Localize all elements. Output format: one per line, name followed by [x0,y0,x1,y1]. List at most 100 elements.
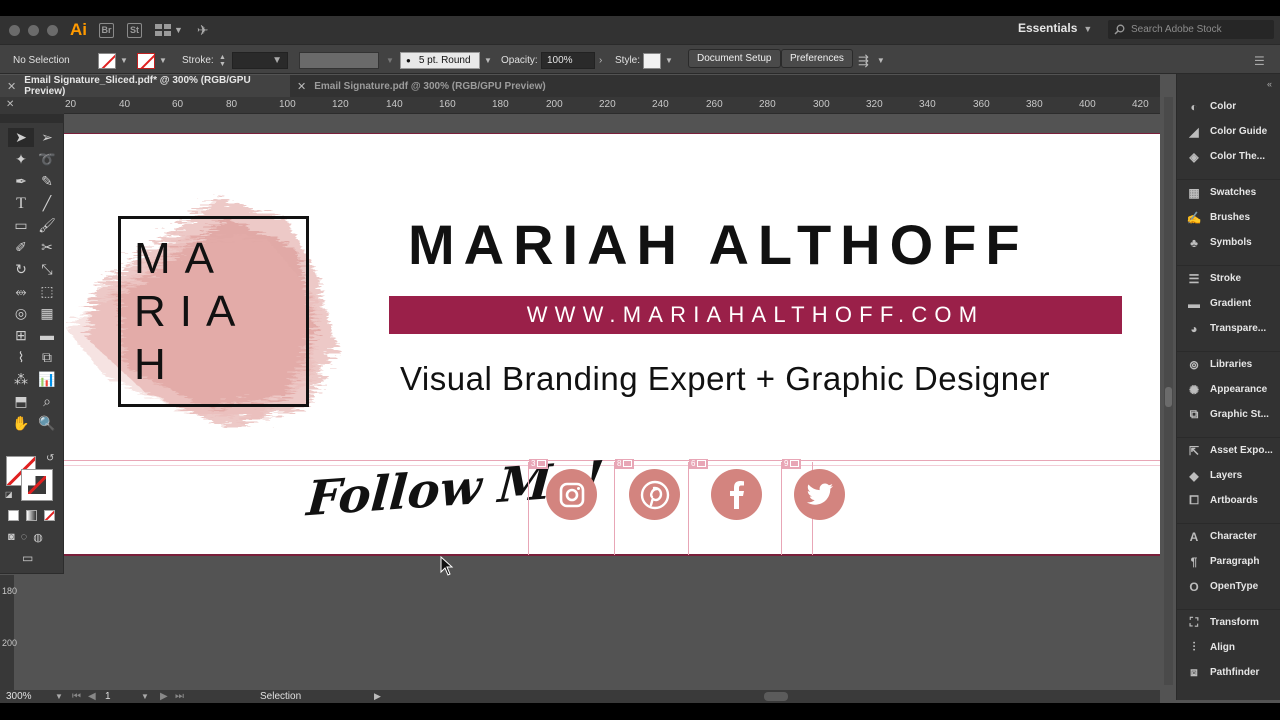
panel-libraries[interactable]: ⊚ Libraries [1177,352,1280,377]
vertical-ruler[interactable]: 180 200 [0,575,17,690]
horizontal-scrollbar[interactable] [392,690,1160,703]
panel-paragraph[interactable]: ¶ Paragraph [1177,549,1280,574]
direct-selection-tool-icon[interactable]: ➢ [34,128,60,147]
panel-menu-icon[interactable]: ☰ [1254,52,1265,69]
rotate-tool-icon[interactable]: ↻ [8,260,34,279]
column-graph-tool-icon[interactable]: 📊 [34,370,60,389]
twitter-icon[interactable] [794,469,845,520]
opacity-field[interactable]: 100% › [541,52,602,69]
panel-symbols[interactable]: ♣ Symbols [1177,230,1280,255]
close-window-button[interactable] [9,24,20,36]
gpu-performance-icon[interactable]: ✈ [197,22,209,39]
ruler-origin[interactable]: ✕ [0,97,64,114]
fill-control[interactable]: ▼ [98,52,128,69]
status-menu-arrow[interactable]: ▶ [374,690,381,703]
selection-tool-icon[interactable]: ➤ [8,128,34,147]
pen-tool-icon[interactable]: ✒ [8,172,34,191]
panel-swatches[interactable]: ▦ Swatches [1177,180,1280,205]
canvas[interactable]: MA RIA H MARIAH ALTHOFF WWW.MARIAHALTHOF… [64,114,1160,690]
graphic-style-picker[interactable]: ▼ [643,52,673,69]
chevron-down-icon[interactable]: ▼ [159,56,167,65]
draw-behind-icon[interactable]: ◌ [21,531,28,544]
collapse-panels-icon[interactable]: « [1267,79,1272,89]
brush-definition-dropdown[interactable]: ● 5 pt. Round ▼ [400,52,492,69]
chevron-down-icon[interactable]: ▼ [55,690,63,703]
fill-swatch[interactable] [98,52,116,69]
perspective-grid-tool-icon[interactable]: ▦ [34,304,60,323]
zoom-level[interactable]: 300% [6,690,32,703]
stroke-weight-stepper[interactable]: ▲ ▼ ▼ [219,52,288,69]
minimize-window-button[interactable] [28,24,39,36]
lasso-tool-icon[interactable]: ➰ [34,150,60,169]
chevron-right-icon[interactable]: › [599,55,602,66]
stroke-color-box[interactable] [21,469,53,501]
chevron-down-icon[interactable]: ▼ [174,25,183,35]
slice-tool-icon[interactable]: ⌕ [34,392,60,411]
variable-width-profile[interactable]: ▼ [299,52,394,69]
panel-pathfinder[interactable]: ⧈ Pathfinder [1177,660,1280,685]
stock-search-input[interactable]: Search Adobe Stock [1108,20,1274,39]
gradient-tool-icon[interactable]: ▬ [34,326,60,345]
stroke-swatch[interactable] [137,52,155,69]
stroke-weight-dropdown[interactable]: ▼ [232,52,288,69]
fill-stroke-widget[interactable]: ↺ ◪ [5,453,56,504]
panel-color-themes[interactable]: ◈ Color The... [1177,144,1280,169]
color-mode-icon[interactable] [8,510,19,521]
panel-appearance[interactable]: ✺ Appearance [1177,377,1280,402]
align-options-icon[interactable]: ⇶ ▼ [858,52,885,69]
chevron-down-icon[interactable]: ▼ [877,56,885,65]
bridge-icon[interactable]: Br [99,22,114,38]
scrollbar-thumb[interactable] [764,692,788,701]
tab-email-signature-sliced[interactable]: ✕ Email Signature_Sliced.pdf* @ 300% (RGB… [0,75,290,97]
panel-align[interactable]: ⫶ Align [1177,635,1280,660]
next-artboard-icon[interactable]: ▶ [160,690,168,703]
panel-stroke[interactable]: ☰ Stroke [1177,266,1280,291]
draw-inside-icon[interactable]: ◍ [33,531,43,544]
none-mode-icon[interactable] [44,510,55,521]
stroke-control[interactable]: ▼ [137,52,167,69]
default-fill-stroke-icon[interactable]: ◪ [5,490,13,499]
panel-brushes[interactable]: ✍ Brushes [1177,205,1280,230]
close-icon[interactable]: ✕ [6,99,14,110]
blend-tool-icon[interactable]: ⧉ [34,348,60,367]
chevron-down-icon[interactable]: ▼ [120,56,128,65]
mesh-tool-icon[interactable]: ⊞ [8,326,34,345]
panel-opentype[interactable]: O OpenType [1177,574,1280,599]
shape-builder-tool-icon[interactable]: ◎ [8,304,34,323]
symbol-sprayer-tool-icon[interactable]: ⁂ [8,370,34,389]
shaper-tool-icon[interactable]: ✐ [8,238,34,257]
panel-color-guide[interactable]: ◢ Color Guide [1177,119,1280,144]
scale-tool-icon[interactable]: ⤡ [34,260,60,279]
panel-artboards[interactable]: ⧠ Artboards [1177,488,1280,513]
horizontal-ruler[interactable]: 20 40 60 80 100 120 140 160 180 200 220 … [64,97,1160,114]
artboard[interactable]: MA RIA H MARIAH ALTHOFF WWW.MARIAHALTHOF… [64,133,1160,556]
artboard-tool-icon[interactable]: ⬒ [8,392,34,411]
first-artboard-icon[interactable]: ⏮ [72,690,81,703]
rectangle-tool-icon[interactable]: ▭ [8,216,34,235]
vertical-scrollbar[interactable] [1164,97,1173,685]
tab-email-signature[interactable]: ✕ Email Signature.pdf @ 300% (RGB/GPU Pre… [290,75,550,97]
panel-transform[interactable]: ⛶ Transform [1177,610,1280,635]
curvature-tool-icon[interactable]: ✎ [34,172,60,191]
arrange-documents-icon[interactable] [155,24,171,36]
current-tool-status[interactable]: Selection [260,690,301,703]
zoom-tool-icon[interactable]: 🔍 [34,414,60,433]
workspace-switcher[interactable]: Essentials ▼ [1018,21,1092,35]
artboard-number[interactable]: 1 [105,690,111,703]
zoom-window-button[interactable] [47,24,58,36]
preferences-button[interactable]: Preferences [781,49,853,68]
free-transform-tool-icon[interactable]: ⬚ [34,282,60,301]
close-icon[interactable]: ✕ [297,80,306,93]
document-setup-button[interactable]: Document Setup [688,49,781,68]
type-tool-icon[interactable]: T [8,194,34,213]
close-icon[interactable]: ✕ [7,80,16,93]
panel-layers[interactable]: ◆ Layers [1177,463,1280,488]
scissors-tool-icon[interactable]: ✂ [34,238,60,257]
hand-tool-icon[interactable]: ✋ [8,414,34,433]
stock-icon[interactable]: St [127,22,142,38]
pinterest-icon[interactable] [629,469,680,520]
gradient-mode-icon[interactable] [26,510,37,521]
line-segment-tool-icon[interactable]: ╱ [34,194,60,213]
width-tool-icon[interactable]: ⥈ [8,282,34,301]
chevron-down-icon[interactable]: ▼ [141,690,149,703]
